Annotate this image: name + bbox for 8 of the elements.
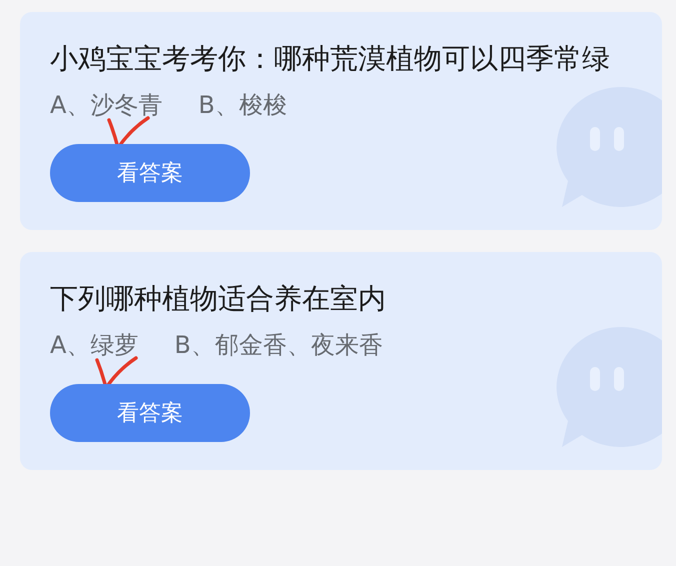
question-text: 小鸡宝宝考考你：哪种荒漠植物可以四季常绿	[50, 41, 611, 77]
show-answer-button[interactable]: 看答案	[50, 384, 250, 442]
answer-option: B、梭梭	[198, 88, 287, 122]
answer-option: B、郁金香、夜来香	[174, 328, 383, 362]
answer-option: A、沙冬青	[50, 88, 162, 122]
answer-option: A、绿萝	[50, 328, 138, 362]
question-text: 下列哪种植物适合养在室内	[50, 281, 387, 317]
show-answer-button[interactable]: 看答案	[50, 144, 250, 202]
